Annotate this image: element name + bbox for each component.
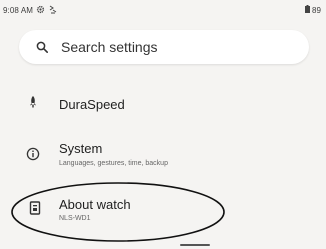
notification-icon [49, 5, 57, 14]
settings-item-title: DuraSpeed [59, 97, 125, 112]
rocket-icon [30, 96, 36, 108]
navigation-handle[interactable] [180, 244, 210, 246]
search-placeholder[interactable]: Search settings [61, 39, 158, 55]
settings-item-title: System [59, 141, 103, 156]
battery-icon [305, 5, 310, 13]
search-icon [36, 41, 48, 53]
settings-item-duraspeed[interactable]: DuraSpeed [0, 90, 326, 120]
settings-item-system[interactable]: System Languages, gestures, time, backup [0, 138, 326, 172]
device-icon [29, 201, 41, 215]
info-icon [26, 147, 40, 161]
settings-item-about-watch[interactable]: About watch NLS-WD1 [0, 193, 326, 231]
settings-item-title: About watch [59, 197, 131, 212]
status-bar: 9:08 AM 89 [0, 0, 326, 20]
gear-icon [36, 5, 45, 14]
search-bar[interactable]: Search settings [19, 30, 309, 64]
settings-item-subtitle: Languages, gestures, time, backup [59, 160, 168, 167]
status-time: 9:08 AM [3, 6, 34, 15]
settings-item-subtitle: NLS-WD1 [59, 215, 91, 222]
battery-level: 89 [312, 6, 321, 15]
